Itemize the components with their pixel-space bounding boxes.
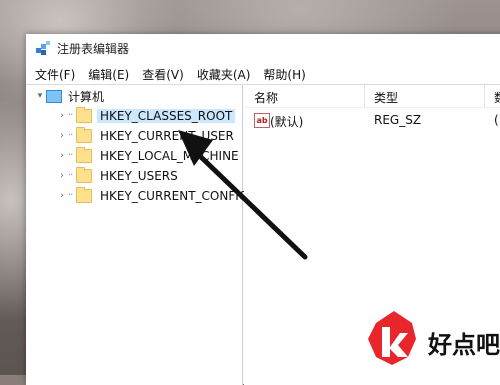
watermark-text: 好点吧 (428, 331, 500, 359)
